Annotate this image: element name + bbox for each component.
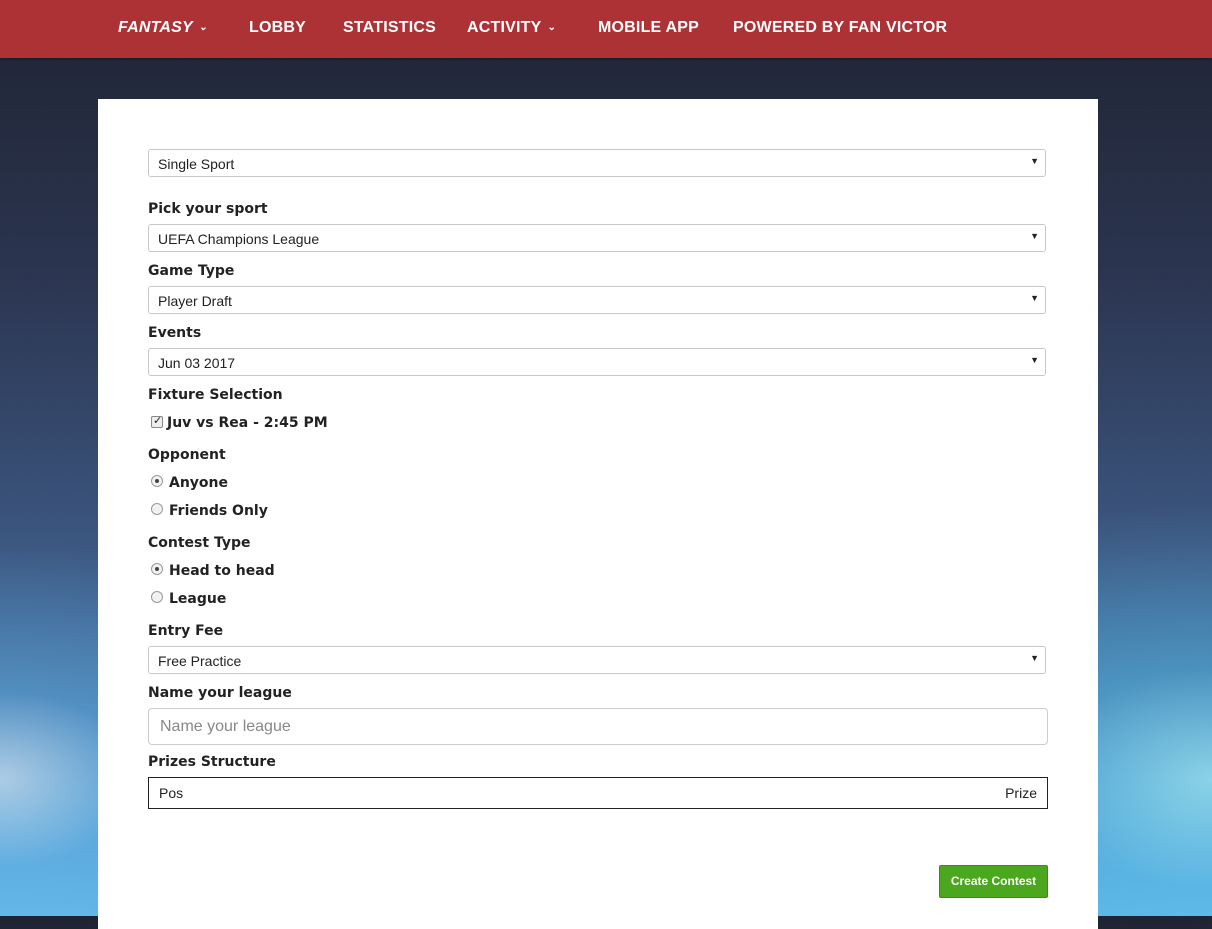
mode-select[interactable]: Single Sport ▼	[148, 149, 1046, 177]
sport-label: Pick your sport	[148, 201, 268, 217]
top-navigation-bar: FANTASY ⌄ LOBBY STATISTICS ACTIVITY ⌄ MOBI…	[0, 0, 1212, 58]
sport-select[interactable]: UEFA Champions League ▼	[148, 224, 1046, 252]
nav-fantasy-dropdown[interactable]: FANTASY ⌄	[118, 0, 207, 58]
dropdown-arrow-icon: ▼	[1030, 231, 1039, 241]
create-contest-button[interactable]: Create Contest	[939, 865, 1048, 898]
dropdown-arrow-icon: ▼	[1030, 156, 1039, 166]
nav-activity-label: ACTIVITY	[467, 19, 542, 36]
fixture-selection-label: Fixture Selection	[148, 387, 283, 403]
prizes-prize-header: Prize	[1005, 785, 1037, 801]
contest-league-radio[interactable]	[151, 591, 163, 603]
opponent-label: Opponent	[148, 447, 226, 463]
contest-h2h-option[interactable]: Head to head	[148, 563, 275, 579]
nav-lobby[interactable]: LOBBY	[249, 0, 306, 58]
mode-select-value: Single Sport	[158, 156, 235, 172]
fixture-checkbox[interactable]: ✓	[151, 414, 163, 428]
contest-type-label: Contest Type	[148, 535, 251, 551]
game-type-select[interactable]: Player Draft ▼	[148, 286, 1046, 314]
opponent-friends-radio[interactable]	[151, 503, 163, 515]
dropdown-arrow-icon: ▼	[1030, 355, 1039, 365]
opponent-anyone-option[interactable]: Anyone	[148, 475, 228, 491]
prizes-structure-label: Prizes Structure	[148, 754, 276, 770]
events-label: Events	[148, 325, 202, 341]
opponent-friends-label: Friends Only	[169, 503, 268, 519]
dropdown-arrow-icon: ▼	[1030, 293, 1039, 303]
league-name-label: Name your league	[148, 685, 292, 701]
events-select[interactable]: Jun 03 2017 ▼	[148, 348, 1046, 376]
checkmark-icon: ✓	[153, 414, 163, 427]
fixture-checkbox-item[interactable]: ✓ Juv vs Rea - 2:45 PM	[148, 414, 328, 431]
prizes-structure-table: Pos Prize	[148, 777, 1048, 809]
create-contest-panel: Single Sport ▼ Pick your sport UEFA Cham…	[98, 99, 1098, 929]
dropdown-arrow-icon: ▼	[1030, 653, 1039, 663]
contest-h2h-label: Head to head	[169, 563, 275, 579]
entry-fee-select-value: Free Practice	[158, 653, 242, 669]
fixture-label: Juv vs Rea - 2:45 PM	[167, 415, 328, 431]
prizes-pos-header: Pos	[159, 785, 184, 801]
opponent-friends-option[interactable]: Friends Only	[148, 503, 268, 519]
game-type-label: Game Type	[148, 263, 235, 279]
league-name-input[interactable]	[148, 708, 1048, 745]
nav-fantasy-label: FANTASY	[118, 19, 193, 36]
entry-fee-select[interactable]: Free Practice ▼	[148, 646, 1046, 674]
game-type-select-value: Player Draft	[158, 293, 232, 309]
contest-league-option[interactable]: League	[148, 591, 226, 607]
contest-league-label: League	[169, 591, 227, 607]
chevron-down-icon: ⌄	[198, 22, 208, 33]
opponent-anyone-radio[interactable]	[151, 475, 163, 487]
nav-mobile-app[interactable]: MOBILE APP	[598, 0, 699, 58]
events-select-value: Jun 03 2017	[158, 355, 236, 371]
nav-activity-dropdown[interactable]: ACTIVITY ⌄	[467, 0, 556, 58]
sport-select-value: UEFA Champions League	[158, 231, 320, 247]
opponent-anyone-label: Anyone	[169, 475, 229, 491]
contest-h2h-radio[interactable]	[151, 563, 163, 575]
entry-fee-label: Entry Fee	[148, 623, 224, 639]
chevron-down-icon: ⌄	[547, 22, 557, 33]
nav-powered-by[interactable]: POWERED BY FAN VICTOR	[733, 0, 947, 58]
nav-statistics[interactable]: STATISTICS	[343, 0, 436, 58]
